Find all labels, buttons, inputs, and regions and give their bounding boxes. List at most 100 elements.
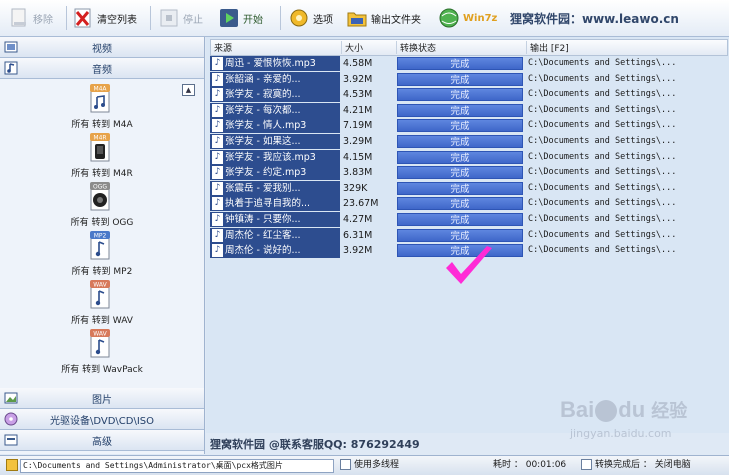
size-cell: 3.92M	[343, 245, 373, 257]
sidebar-item-audio[interactable]: 音频	[0, 58, 204, 79]
table-row[interactable]: ♪ 张学友 - 约定.mp3 3.83M 完成 C:\Documents and …	[210, 165, 726, 181]
source-text: 张学友 - 如果这...	[225, 136, 301, 147]
format-label: 所有 转到 WavPack	[61, 365, 143, 375]
after-conversion-label: 转换完成后 ： 关闭电脑	[595, 460, 691, 470]
after-conversion-checkbox[interactable]	[581, 459, 592, 470]
table-row[interactable]: ♪ 钟镇涛 - 只要你... 4.27M 完成 C:\Documents and …	[210, 212, 726, 227]
start-button[interactable]: 开始	[218, 4, 263, 32]
table-row[interactable]: ♪ 张学友 - 寂寞的... 4.53M 完成 C:\Documents and …	[210, 87, 726, 103]
size-cell: 4.15M	[343, 151, 373, 163]
source-cell: ♪ 张学友 - 每次都...	[210, 102, 340, 118]
table-row[interactable]: ♪ 张学友 - 我应该.mp3 4.15M 完成 C:\Documents and…	[210, 149, 726, 165]
size-cell: 3.29M	[343, 136, 373, 147]
start-label: 开始	[243, 14, 263, 26]
music-note-icon: ♪	[212, 228, 223, 242]
output-cell[interactable]: C:\Documents and Settings\...	[528, 87, 726, 102]
music-note-icon	[4, 61, 18, 75]
format-m4a[interactable]: M4A 所有 转到 M4A	[0, 83, 204, 131]
toolbar-separator	[66, 6, 67, 30]
options-button[interactable]: 选项	[288, 4, 333, 32]
output-cell[interactable]: C:\Documents and Settings\...	[528, 196, 726, 211]
size-cell: 23.67M	[343, 198, 379, 210]
after-conversion-option[interactable]: 转换完成后 ： 关闭电脑	[581, 459, 691, 472]
output-cell[interactable]: C:\Documents and Settings\...	[528, 228, 726, 243]
output-path: C:\Documents and Settings\Administrator\…	[23, 461, 283, 470]
source-cell: ♪ 张学友 - 我应该.mp3	[210, 149, 340, 165]
source-cell: ♪ 张震岳 - 爱我别...	[210, 180, 340, 196]
column-header-output[interactable]: 输出 [F2]	[527, 41, 727, 54]
source-text: 张韶涵 - 亲爱的...	[225, 73, 301, 85]
table-row[interactable]: ♪ 张学友 - 如果这... 3.29M 完成 C:\Documents and …	[210, 134, 726, 149]
output-cell[interactable]: C:\Documents and Settings\...	[528, 181, 726, 196]
format-badge: M4R	[93, 135, 106, 142]
sidebar-item-video[interactable]: 视频	[0, 37, 204, 58]
output-cell[interactable]: C:\Documents and Settings\...	[528, 56, 726, 71]
table-row[interactable]: ♪ 张震岳 - 爱我别... 329K 完成 C:\Documents and S…	[210, 180, 726, 196]
multithread-checkbox[interactable]	[340, 459, 351, 470]
disc-icon	[4, 412, 18, 426]
sidebar-disc-label: 光驱设备\DVD\CD\ISO	[49, 415, 155, 427]
column-header-size[interactable]: 大小	[342, 41, 397, 54]
output-cell[interactable]: C:\Documents and Settings\...	[528, 212, 726, 227]
output-path-field[interactable]: C:\Documents and Settings\Administrator\…	[20, 459, 334, 473]
win7-button[interactable]: Win7z	[438, 4, 497, 32]
paw-icon	[595, 400, 618, 423]
table-row[interactable]: ♪ 张学友 - 每次都... 4.21M 完成 C:\Documents and …	[210, 102, 726, 118]
music-note-icon: ♪	[212, 244, 223, 258]
watermark-brand: Bai	[560, 397, 595, 422]
format-wavpack[interactable]: WAV 所有 转到 WavPack	[0, 328, 204, 376]
music-note-icon: ♪	[212, 88, 223, 102]
advanced-icon	[4, 433, 18, 447]
status-badge: 完成	[397, 150, 523, 164]
output-cell[interactable]: C:\Documents and Settings\...	[528, 165, 726, 180]
source-text: 张学友 - 约定.mp3	[225, 167, 307, 179]
format-badge: OGG	[93, 184, 107, 191]
format-label: 所有 转到 MP2	[71, 267, 133, 277]
source-text: 执着于追寻自我的...	[225, 198, 311, 210]
sidebar-item-image[interactable]: 图片	[0, 388, 204, 409]
clear-list-button[interactable]: 清空列表	[72, 4, 137, 32]
output-cell[interactable]: C:\Documents and Settings\...	[528, 103, 726, 118]
format-m4r[interactable]: M4R 所有 转到 M4R	[0, 132, 204, 180]
watermark-url: jingyan.baidu.com	[570, 427, 672, 440]
table-row[interactable]: ♪ 张学友 - 情人.mp3 7.19M 完成 C:\Documents and …	[210, 118, 726, 134]
multithread-option[interactable]: 使用多线程	[340, 459, 399, 472]
output-cell[interactable]: C:\Documents and Settings\...	[528, 72, 726, 87]
source-cell: ♪ 张学友 - 如果这...	[210, 134, 340, 149]
output-cell[interactable]: C:\Documents and Settings\...	[528, 243, 726, 258]
status-badge: 完成	[397, 88, 523, 102]
sidebar-item-advanced[interactable]: 高级	[0, 430, 204, 451]
status-badge: 完成	[397, 103, 523, 117]
table-row[interactable]: ♪ 周杰伦 - 红尘客... 6.31M 完成 C:\Documents and …	[210, 227, 726, 243]
format-mp2[interactable]: MP2 所有 转到 MP2	[0, 230, 204, 278]
output-cell[interactable]: C:\Documents and Settings\...	[528, 150, 726, 165]
stop-label: 停止	[183, 14, 203, 26]
format-wav[interactable]: WAV 所有 转到 WAV	[0, 279, 204, 327]
image-icon	[4, 391, 18, 405]
table-row[interactable]: ♪ 周迅 - 爱恨恢恢.mp3 4.58M 完成 C:\Documents and…	[210, 56, 726, 71]
remove-button[interactable]: 移除	[8, 4, 53, 32]
table-row[interactable]: ♪ 张韶涵 - 亲爱的... 3.92M 完成 C:\Documents and …	[210, 71, 726, 87]
format-label: 所有 转到 M4A	[71, 120, 133, 130]
contact-text: 狸窝软件园 @联系客服QQ: 876292449	[210, 438, 420, 451]
format-label: 所有 转到 M4R	[71, 169, 133, 179]
format-badge: WAV	[93, 282, 107, 289]
stop-button[interactable]: 停止	[158, 4, 203, 32]
source-cell: ♪ 周杰伦 - 红尘客...	[210, 227, 340, 243]
options-label: 选项	[313, 14, 333, 26]
column-header-status[interactable]: 转换状态	[397, 41, 527, 54]
sidebar-advanced-label: 高级	[92, 436, 112, 448]
sidebar-item-disc[interactable]: 光驱设备\DVD\CD\ISO	[0, 409, 204, 430]
output-cell[interactable]: C:\Documents and Settings\...	[528, 118, 726, 133]
gear-icon	[288, 6, 310, 30]
source-cell: ♪ 执着于追寻自我的...	[210, 196, 340, 212]
column-header-source[interactable]: 来源	[211, 41, 342, 54]
size-cell: 6.31M	[343, 229, 373, 241]
table-row[interactable]: ♪ 执着于追寻自我的... 23.67M 完成 C:\Documents and …	[210, 196, 726, 212]
music-note-icon: ♪	[212, 181, 223, 195]
output-folder-button[interactable]: 输出文件夹	[346, 4, 421, 32]
size-cell: 4.21M	[343, 104, 373, 116]
size-cell: 4.53M	[343, 89, 373, 101]
output-cell[interactable]: C:\Documents and Settings\...	[528, 134, 726, 149]
format-ogg[interactable]: OGG 所有 转到 OGG	[0, 181, 204, 229]
